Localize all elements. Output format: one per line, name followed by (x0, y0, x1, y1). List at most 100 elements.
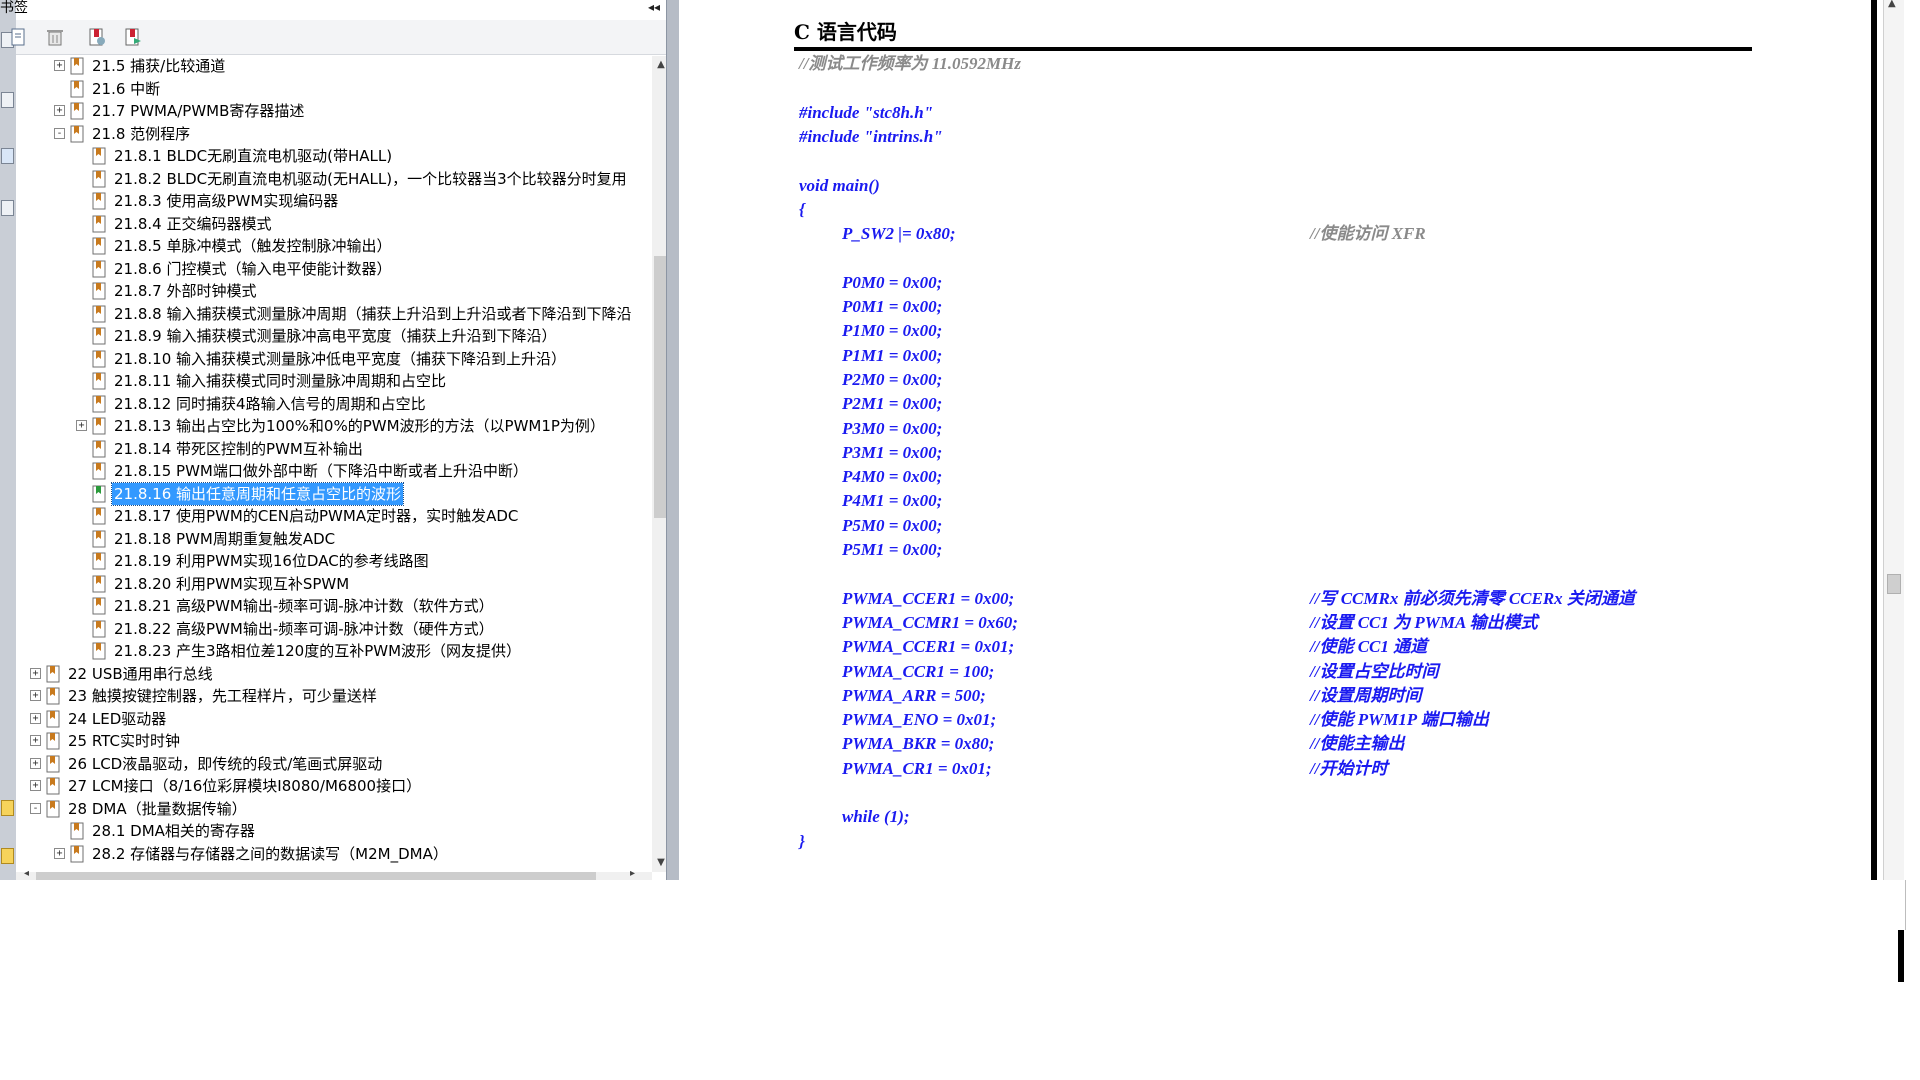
delete-bookmark-button[interactable] (44, 26, 66, 48)
expand-icon[interactable]: + (30, 780, 41, 791)
expand-bookmark-button[interactable] (122, 26, 144, 48)
bookmark-item[interactable]: 21.8.20 利用PWM实现互补SPWM (16, 573, 644, 595)
bookmark-item[interactable]: 21.8.3 使用高级PWM实现编码器 (16, 190, 644, 212)
bookmark-item[interactable]: 21.8.9 输入捕获模式测量脉冲高电平宽度（捕获上升沿到下降沿） (16, 325, 644, 347)
bookmark-item-selected[interactable]: 21.8.16 输出任意周期和任意占空比的波形 (16, 481, 644, 506)
collapse-panel-button[interactable]: ◂◂ (648, 0, 660, 14)
bookmark-label[interactable]: 21.8.16 输出任意周期和任意占空比的波形 (110, 481, 405, 506)
bookmark-label[interactable]: 26 LCD液晶驱动，即传统的段式/笔画式屏驱动 (68, 753, 382, 775)
bookmark-item[interactable]: 21.8.14 带死区控制的PWM互补输出 (16, 438, 644, 460)
bookmark-item[interactable]: +22 USB通用串行总线 (16, 663, 644, 685)
scroll-right-icon[interactable]: ▸ (630, 868, 635, 879)
document-scrollbar-thumb[interactable] (1887, 574, 1901, 594)
bookmark-label[interactable]: 21.8.21 高级PWM输出-频率可调-脉冲计数（软件方式） (114, 595, 494, 617)
bookmark-item[interactable]: 21.8.11 输入捕获模式同时测量脉冲周期和占空比 (16, 370, 644, 392)
bookmark-item[interactable]: +26 LCD液晶驱动，即传统的段式/笔画式屏驱动 (16, 753, 644, 775)
horizontal-scrollbar-thumb[interactable] (36, 872, 596, 880)
bookmark-item[interactable]: 21.8.8 输入捕获模式测量脉冲周期（捕获上升沿到上升沿或者下降沿到下降沿 (16, 303, 644, 325)
collapse-icon[interactable]: - (54, 127, 65, 139)
bookmark-label[interactable]: 21.8.3 使用高级PWM实现编码器 (114, 190, 338, 212)
bookmark-item[interactable]: +21.7 PWMA/PWMB寄存器描述 (16, 100, 644, 122)
expand-icon[interactable]: + (30, 667, 41, 679)
bookmark-options-button[interactable] (8, 26, 30, 48)
bookmark-label[interactable]: 21.8.5 单脉冲模式（触发控制脉冲输出） (114, 235, 391, 257)
bookmark-label[interactable]: 21.8.19 利用PWM实现16位DAC的参考线路图 (114, 550, 429, 572)
bookmark-item[interactable]: +21.5 捕获/比较通道 (16, 56, 644, 77)
bookmark-item[interactable]: 21.8.21 高级PWM输出-频率可调-脉冲计数（软件方式） (16, 595, 644, 617)
panel-splitter[interactable] (666, 0, 680, 880)
bookmark-item[interactable]: 21.8.6 门控模式（输入电平使能计数器） (16, 258, 644, 280)
bookmark-label[interactable]: 21.6 中断 (92, 78, 160, 100)
bookmark-label[interactable]: 22 USB通用串行总线 (68, 663, 213, 685)
bookmark-label[interactable]: 28.2 存储器与存储器之间的数据读写（M2M_DMA） (92, 843, 448, 865)
bookmark-item[interactable]: 21.8.23 产生3路相位差120度的互补PWM波形（网友提供） (16, 640, 644, 662)
bookmark-label[interactable]: 21.8.22 高级PWM输出-频率可调-脉冲计数（硬件方式） (114, 618, 494, 640)
bookmark-item[interactable]: - 21.8 范例程序 (16, 123, 644, 145)
bookmark-label[interactable]: 21.7 PWMA/PWMB寄存器描述 (92, 100, 304, 122)
bookmark-label[interactable]: 21.8.11 输入捕获模式同时测量脉冲周期和占空比 (114, 370, 446, 392)
bookmark-item[interactable]: +23 触摸按键控制器，先工程样片，可少量送样 (16, 685, 644, 707)
bookmark-item[interactable]: +28.2 存储器与存储器之间的数据读写（M2M_DMA） (16, 843, 644, 865)
doc-scroll-up-icon[interactable]: ▲ (1888, 0, 1896, 9)
expand-icon[interactable]: + (30, 757, 41, 769)
bookmark-item[interactable]: 21.8.12 同时捕获4路输入信号的周期和占空比 (16, 393, 644, 415)
bookmark-label[interactable]: 24 LED驱动器 (68, 708, 166, 730)
bookmark-label[interactable]: 27 LCM接口（8/16位彩屏模块I8080/M6800接口） (68, 775, 421, 797)
bookmark-label[interactable]: 21.8.17 使用PWM的CEN启动PWMA定时器，实时触发ADC (114, 505, 518, 527)
expand-icon[interactable]: + (30, 690, 41, 701)
bookmarks-icon[interactable] (1, 92, 14, 108)
bookmark-item[interactable]: +27 LCM接口（8/16位彩屏模块I8080/M6800接口） (16, 775, 644, 797)
bookmark-item[interactable]: 21.8.18 PWM周期重复触发ADC (16, 528, 644, 550)
bookmark-item[interactable]: 21.8.5 单脉冲模式（触发控制脉冲输出） (16, 235, 644, 257)
bookmark-label[interactable]: 21.8 范例程序 (92, 123, 190, 145)
bookmark-label[interactable]: 21.8.20 利用PWM实现互补SPWM (114, 573, 349, 595)
bookmark-item[interactable]: 21.8.10 输入捕获模式测量脉冲低电平宽度（捕获下降沿到上升沿） (16, 348, 644, 370)
bookmark-item[interactable]: - 28 DMA（批量数据传输） (16, 798, 644, 820)
bookmark-item[interactable]: 21.8.19 利用PWM实现16位DAC的参考线路图 (16, 550, 644, 572)
bookmark-item[interactable]: 28.1 DMA相关的寄存器 (16, 820, 644, 842)
bookmark-label[interactable]: 25 RTC实时时钟 (68, 730, 180, 752)
bookmark-label[interactable]: 21.8.10 输入捕获模式测量脉冲低电平宽度（捕获下降沿到上升沿） (114, 348, 566, 370)
bookmark-label[interactable]: 28 DMA（批量数据传输） (68, 798, 247, 820)
scroll-left-icon[interactable]: ◂ (24, 868, 29, 879)
bookmark-label[interactable]: 21.8.14 带死区控制的PWM互补输出 (114, 438, 363, 460)
bookmark-item[interactable]: +21.8.13 输出占空比为100%和0%的PWM波形的方法（以PWM1P为例… (16, 415, 644, 437)
bookmark-label[interactable]: 23 触摸按键控制器，先工程样片，可少量送样 (68, 685, 377, 707)
bookmark-label[interactable]: 21.8.18 PWM周期重复触发ADC (114, 528, 335, 550)
bookmark-label[interactable]: 21.8.12 同时捕获4路输入信号的周期和占空比 (114, 393, 426, 415)
bookmark-item[interactable]: 21.8.7 外部时钟模式 (16, 280, 644, 302)
bookmark-item[interactable]: +25 RTC实时时钟 (16, 730, 644, 752)
bookmark-item[interactable]: 21.8.2 BLDC无刷直流电机驱动(无HALL)，一个比较器当3个比较器分时… (16, 168, 644, 190)
bookmark-item[interactable]: 21.8.17 使用PWM的CEN启动PWMA定时器，实时触发ADC (16, 505, 644, 527)
bookmark-label[interactable]: 21.8.2 BLDC无刷直流电机驱动(无HALL)，一个比较器当3个比较器分时… (114, 168, 627, 190)
note-icon[interactable] (1, 848, 14, 864)
attachments-icon[interactable] (1, 200, 14, 216)
bookmark-item[interactable]: +24 LED驱动器 (16, 708, 644, 730)
bookmark-item[interactable]: 21.8.4 正交编码器模式 (16, 213, 644, 235)
bookmark-label[interactable]: 21.8.7 外部时钟模式 (114, 280, 256, 302)
bookmark-label[interactable]: 21.8.23 产生3路相位差120度的互补PWM波形（网友提供） (114, 640, 521, 662)
new-bookmark-button[interactable] (86, 26, 108, 48)
bookmark-label[interactable]: 21.8.4 正交编码器模式 (114, 213, 271, 235)
bookmark-label[interactable]: 21.8.13 输出占空比为100%和0%的PWM波形的方法（以PWM1P为例） (114, 415, 605, 437)
expand-icon[interactable]: + (30, 735, 41, 746)
bookmark-label[interactable]: 21.8.1 BLDC无刷直流电机驱动(带HALL) (114, 145, 392, 167)
bookmark-label[interactable]: 21.8.6 门控模式（输入电平使能计数器） (114, 258, 391, 280)
expand-icon[interactable]: + (54, 105, 65, 116)
comments-icon[interactable] (1, 800, 14, 816)
document-scrollbar[interactable]: ▲ (1883, 0, 1904, 880)
bookmark-label[interactable]: 21.5 捕获/比较通道 (92, 56, 225, 77)
bookmarks-horizontal-scrollbar[interactable]: ◂ ▸ (16, 868, 652, 880)
bookmark-item[interactable]: 21.6 中断 (16, 78, 644, 100)
expand-icon[interactable]: + (30, 712, 41, 724)
bookmark-item[interactable]: 21.8.22 高级PWM输出-频率可调-脉冲计数（硬件方式） (16, 618, 644, 640)
bookmark-label[interactable]: 21.8.8 输入捕获模式测量脉冲周期（捕获上升沿到上升沿或者下降沿到下降沿 (114, 303, 631, 325)
expand-icon[interactable]: + (76, 420, 87, 431)
expand-icon[interactable]: + (54, 60, 65, 71)
signatures-icon[interactable] (1, 148, 14, 164)
bookmark-label[interactable]: 21.8.15 PWM端口做外部中断（下降沿中断或者上升沿中断） (114, 460, 528, 482)
bookmark-item[interactable]: 21.8.1 BLDC无刷直流电机驱动(带HALL) (16, 145, 644, 167)
bookmark-label[interactable]: 28.1 DMA相关的寄存器 (92, 820, 255, 842)
bookmark-label[interactable]: 21.8.9 输入捕获模式测量脉冲高电平宽度（捕获上升沿到下降沿） (114, 325, 556, 347)
expand-icon[interactable]: + (54, 847, 65, 859)
